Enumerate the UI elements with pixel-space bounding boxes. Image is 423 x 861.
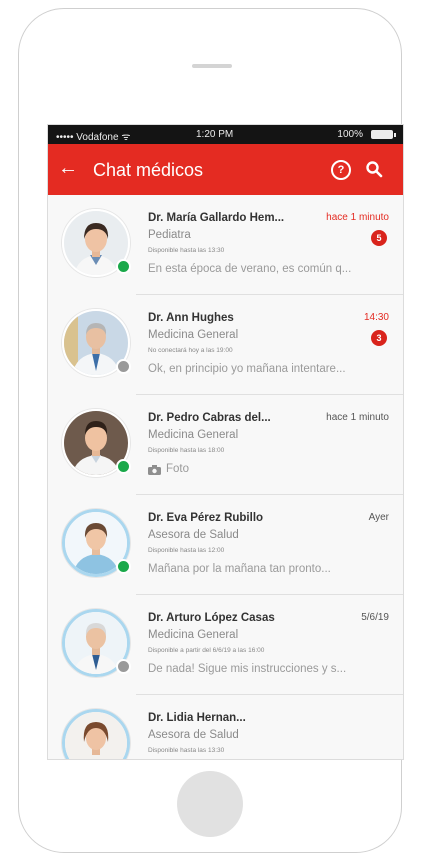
- page-title: Chat médicos: [93, 160, 204, 180]
- arrow-left-icon[interactable]: ←: [58, 157, 78, 179]
- availability-text: Disponible hasta las 13:30: [148, 747, 225, 754]
- message-preview: En esta época de verano, es común q...: [148, 263, 352, 275]
- online-status-indicator: [116, 459, 131, 474]
- chat-list: Dr. María Gallardo Hem... hace 1 minuto …: [48, 195, 403, 759]
- contact-specialty: Asesora de Salud: [148, 729, 239, 741]
- question-circle-icon[interactable]: ?: [331, 160, 351, 180]
- chat-list-item[interactable]: Dr. Arturo López Casas 5/6/19 Medicina G…: [48, 595, 403, 695]
- message-time: Ayer: [368, 512, 389, 523]
- availability-text: Disponible hasta las 13:30: [148, 247, 225, 254]
- availability-text: Disponible hasta las 12:00: [148, 547, 225, 554]
- search-icon[interactable]: [365, 160, 383, 178]
- contact-specialty: Pediatra: [148, 229, 191, 241]
- availability-text: Disponible hasta las 18:00: [148, 447, 225, 454]
- contact-specialty: Medicina General: [148, 629, 239, 641]
- contact-name: Dr. Lidia Hernan...: [148, 712, 246, 724]
- availability-text: Disponible a partir del 6/6/19 a las 16:…: [148, 647, 265, 654]
- message-time: hace 1 minuto: [326, 412, 389, 423]
- chat-list-item[interactable]: Dr. Pedro Cabras del... hace 1 minuto Me…: [48, 395, 403, 495]
- message-preview: De nada! Sigue mis instrucciones y s...: [148, 663, 347, 675]
- offline-status-indicator: [116, 359, 131, 374]
- contact-name: Dr. María Gallardo Hem...: [148, 212, 285, 224]
- message-preview: Foto: [166, 463, 190, 475]
- clock: 1:20 PM: [196, 129, 234, 140]
- contact-name: Dr. Pedro Cabras del...: [148, 412, 271, 424]
- contact-specialty: Asesora de Salud: [148, 529, 239, 541]
- availability-text: No conectará hoy a las 19:00: [148, 347, 233, 354]
- contact-name: Dr. Ann Hughes: [148, 312, 234, 324]
- carrier-label: ••••• Vodafone ᯤ: [56, 132, 131, 143]
- online-status-indicator: [116, 259, 131, 274]
- message-preview: Mañana por la mañana tan pronto...: [148, 563, 331, 575]
- chat-list-item[interactable]: Dr. Eva Pérez Rubillo Ayer Asesora de Sa…: [48, 495, 403, 595]
- unread-count-badge: 5: [371, 230, 387, 246]
- contact-name: Dr. Arturo López Casas: [148, 612, 275, 624]
- avatar: [62, 709, 130, 759]
- message-time: 5/6/19: [361, 612, 389, 623]
- offline-status-indicator: [116, 659, 131, 674]
- chat-list-item[interactable]: Dr. Ann Hughes 14:30 Medicina General 3 …: [48, 295, 403, 395]
- message-preview: Ok, en principio yo mañana intentare...: [148, 363, 346, 375]
- message-time: hace 1 minuto: [326, 212, 389, 223]
- chat-list-item[interactable]: Dr. Lidia Hernan... Asesora de Salud Dis…: [48, 695, 403, 759]
- contact-name: Dr. Eva Pérez Rubillo: [148, 512, 264, 524]
- online-status-indicator: [116, 559, 131, 574]
- contact-specialty: Medicina General: [148, 329, 239, 341]
- app-screen: ••••• Vodafone ᯤ 1:20 PM 100% ← Chat méd…: [47, 124, 404, 760]
- chat-list-item[interactable]: Dr. María Gallardo Hem... hace 1 minuto …: [48, 195, 403, 295]
- camera-icon: [148, 465, 161, 475]
- status-bar: ••••• Vodafone ᯤ 1:20 PM 100%: [48, 125, 403, 144]
- battery-percent: 100%: [337, 129, 363, 140]
- speaker-grille: [192, 64, 232, 68]
- home-button[interactable]: [177, 771, 243, 837]
- app-bar: ← Chat médicos ?: [48, 144, 403, 195]
- contact-specialty: Medicina General: [148, 429, 239, 441]
- battery-icon: [371, 130, 396, 139]
- unread-count-badge: 3: [371, 330, 387, 346]
- message-time: 14:30: [363, 312, 389, 323]
